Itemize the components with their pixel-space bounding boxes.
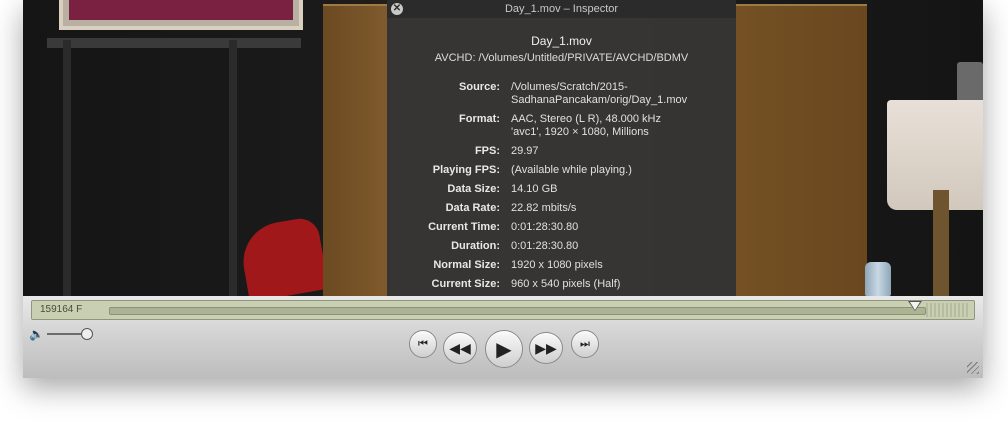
rewind-icon: ◀◀ [449,339,471,356]
fast-forward-button[interactable]: ▶▶ [529,332,563,364]
go-to-end-icon: ⏭ [580,337,590,350]
inspector-titlebar[interactable]: ✕ Day_1.mov – Inspector [387,0,736,18]
inspector-row-value: 0:01:28:30.80 [511,221,736,234]
timeline-scrubber[interactable]: 159164 F [31,300,975,320]
inspector-row: Current Size: 960 x 540 pixels (Half) [387,278,736,291]
inspector-value-line: 29.97 [511,145,539,157]
inspector-row-value: 14.10 GB [511,183,736,196]
timeline-grip [926,303,970,317]
inspector-row-label: Current Time: [428,221,500,233]
inspector-row-label: Duration: [451,240,500,252]
inspector-row-value: AAC, Stereo (L R), 48.000 kHz'avc1', 192… [511,113,736,139]
play-icon: ▶ [496,338,512,361]
inspector-row-label: Format: [459,113,500,125]
inspector-row-value: 29.97 [511,145,736,158]
inspector-value-line: 0:01:28:30.80 [511,240,579,252]
inspector-title: Day_1.mov – Inspector [504,3,619,15]
inspector-value-line: SadhanaPancakam/orig/Day_1.mov [511,94,688,106]
video-ledge [47,38,301,48]
inspector-row: FPS: 29.97 [387,145,736,158]
fast-forward-icon: ▶▶ [535,339,557,356]
volume-slider-knob[interactable] [81,328,93,340]
inspector-value-line: 22.82 mbits/s [511,202,577,214]
inspector-row-value: 0:01:28:30.80 [511,240,736,253]
inspector-row-value: /Volumes/Scratch/2015- SadhanaPancakam/or… [511,81,736,107]
inspector-codec-path: AVCHD: /Volumes/Untitled/PRIVATE/AVCHD/B… [434,52,689,64]
inspector-properties: Source: /Volumes/Scratch/2015- SadhanaPanc… [387,81,736,297]
inspector-row: Playing FPS: (Available while playing.) [387,164,736,177]
inspector-row-value: 1920 x 1080 pixels [511,259,736,272]
inspector-row: Format: AAC, Stereo (L R), 48.000 kHz'avc… [387,113,736,139]
speaker-icon[interactable]: 🔈 [29,327,45,341]
inspector-row-label: Data Rate: [445,202,500,214]
inspector-row: Normal Size: 1920 x 1080 pixels [387,259,736,272]
video-table-leg [933,190,949,296]
inspector-row: Data Size: 14.10 GB [387,183,736,196]
inspector-value-line: 0:01:28:30.80 [511,221,579,233]
inspector-row: Data Rate: 22.82 mbits/s [387,202,736,215]
inspector-filename: Day_1.mov [531,34,592,48]
timeline-track[interactable] [109,307,926,315]
video-poster-board [59,0,303,30]
rewind-button[interactable]: ◀◀ [443,332,477,364]
inspector-row-label: Source: [459,81,500,93]
inspector-value-line: 14.10 GB [511,183,558,195]
inspector-row-label: FPS: [474,145,500,157]
video-jar [957,62,983,102]
inspector-row-value: 22.82 mbits/s [511,202,736,215]
inspector-value-line: 1920 x 1080 pixels [511,259,603,271]
inspector-row-label: Current Size: [431,278,500,290]
go-to-start-button[interactable]: ⏮ [409,330,437,358]
go-to-end-button[interactable]: ⏭ [571,330,599,358]
video-stand-leg [229,40,237,296]
inspector-value-line: /Volumes/Scratch/2015- [511,81,628,93]
inspector-row-value: 960 x 540 pixels (Half) [511,278,736,291]
resize-grip-icon[interactable] [967,362,979,374]
frame-counter[interactable]: 159164 F [40,304,82,315]
go-to-start-icon: ⏮ [418,337,428,350]
inspector-row-label: Playing FPS: [432,164,500,176]
inspector-value-line: 960 x 540 pixels (Half) [511,278,621,290]
inspector-value-line: AAC, Stereo (L R), 48.000 kHz [511,113,661,125]
playhead[interactable] [910,302,920,310]
play-button[interactable]: ▶ [485,330,523,368]
player-window: ✕ Day_1.mov – Inspector Day_1.mov AVCHD:… [23,0,983,378]
inspector-value-line: 'avc1', 1920 × 1080, Millions [511,126,649,138]
video-stand-leg [63,40,71,296]
inspector-row: Current Time: 0:01:28:30.80 [387,221,736,234]
inspector-value-line: (Available while playing.) [511,164,632,176]
video-water-bottle [865,262,891,296]
inspector-row-value: (Available while playing.) [511,164,736,177]
inspector-row-label: Data Size: [447,183,500,195]
inspector-panel: ✕ Day_1.mov – Inspector Day_1.mov AVCHD:… [387,0,736,296]
inspector-row-label: Normal Size: [433,259,500,271]
video-red-object [237,215,329,296]
inspector-row: Duration: 0:01:28:30.80 [387,240,736,253]
inspector-row: Source: /Volumes/Scratch/2015- SadhanaPanc… [387,81,736,107]
controller-bar: 159164 F 🔈 ⏮ ◀◀ ▶ ▶▶ ⏭ [23,296,983,378]
